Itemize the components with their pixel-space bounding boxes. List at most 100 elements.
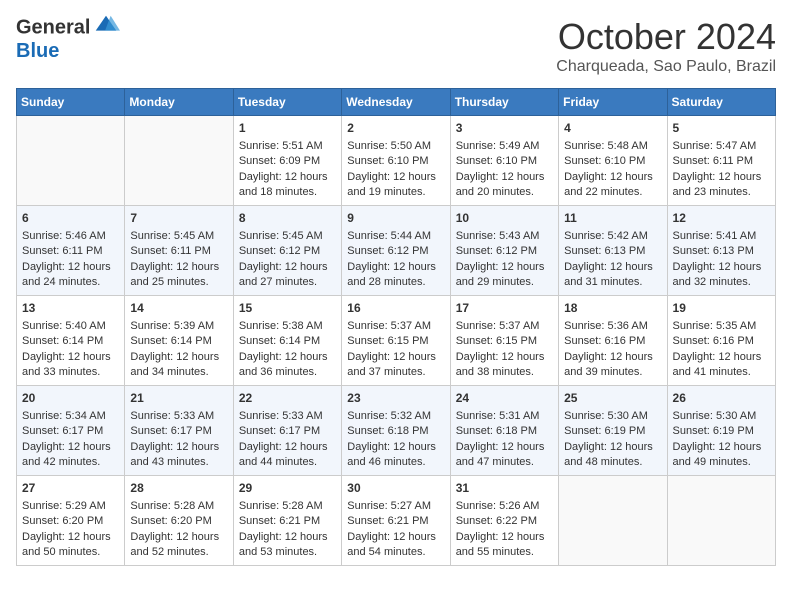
day-info: Sunset: 6:21 PM [239, 514, 336, 529]
day-info: Daylight: 12 hours and 39 minutes. [564, 350, 661, 381]
day-info: Sunrise: 5:47 AM [673, 139, 770, 154]
calendar-cell: 10Sunrise: 5:43 AMSunset: 6:12 PMDayligh… [450, 206, 558, 296]
calendar-cell: 25Sunrise: 5:30 AMSunset: 6:19 PMDayligh… [559, 386, 667, 476]
day-info: Sunset: 6:12 PM [347, 244, 444, 259]
day-info: Daylight: 12 hours and 23 minutes. [673, 170, 770, 201]
calendar-cell: 13Sunrise: 5:40 AMSunset: 6:14 PMDayligh… [17, 296, 125, 386]
calendar-cell: 31Sunrise: 5:26 AMSunset: 6:22 PMDayligh… [450, 476, 558, 566]
day-number: 15 [239, 300, 336, 317]
day-info: Sunrise: 5:45 AM [130, 229, 227, 244]
day-number: 17 [456, 300, 553, 317]
weekday-header-sunday: Sunday [17, 89, 125, 116]
day-info: Sunrise: 5:37 AM [456, 319, 553, 334]
day-info: Sunrise: 5:44 AM [347, 229, 444, 244]
day-number: 3 [456, 120, 553, 137]
day-info: Sunrise: 5:36 AM [564, 319, 661, 334]
calendar-cell: 23Sunrise: 5:32 AMSunset: 6:18 PMDayligh… [342, 386, 450, 476]
day-info: Sunset: 6:11 PM [130, 244, 227, 259]
day-info: Daylight: 12 hours and 50 minutes. [22, 530, 119, 561]
day-info: Sunrise: 5:39 AM [130, 319, 227, 334]
day-info: Daylight: 12 hours and 19 minutes. [347, 170, 444, 201]
day-number: 4 [564, 120, 661, 137]
day-info: Sunset: 6:17 PM [130, 424, 227, 439]
day-info: Sunrise: 5:29 AM [22, 499, 119, 514]
day-info: Sunrise: 5:35 AM [673, 319, 770, 334]
day-info: Sunset: 6:15 PM [456, 334, 553, 349]
weekday-header-thursday: Thursday [450, 89, 558, 116]
day-info: Sunset: 6:18 PM [347, 424, 444, 439]
day-info: Daylight: 12 hours and 53 minutes. [239, 530, 336, 561]
page-header: General Blue October 2024 Charqueada, Sa… [16, 16, 776, 76]
day-info: Sunset: 6:20 PM [22, 514, 119, 529]
day-info: Daylight: 12 hours and 48 minutes. [564, 440, 661, 471]
location-subtitle: Charqueada, Sao Paulo, Brazil [556, 58, 776, 76]
day-info: Sunset: 6:11 PM [22, 244, 119, 259]
logo: General Blue [16, 16, 120, 62]
day-info: Daylight: 12 hours and 43 minutes. [130, 440, 227, 471]
day-info: Daylight: 12 hours and 32 minutes. [673, 260, 770, 291]
day-info: Sunrise: 5:30 AM [564, 409, 661, 424]
day-info: Daylight: 12 hours and 55 minutes. [456, 530, 553, 561]
calendar-cell: 6Sunrise: 5:46 AMSunset: 6:11 PMDaylight… [17, 206, 125, 296]
day-info: Daylight: 12 hours and 25 minutes. [130, 260, 227, 291]
day-info: Sunrise: 5:27 AM [347, 499, 444, 514]
weekday-header-saturday: Saturday [667, 89, 775, 116]
day-info: Sunrise: 5:43 AM [456, 229, 553, 244]
day-info: Sunrise: 5:28 AM [239, 499, 336, 514]
calendar-cell: 16Sunrise: 5:37 AMSunset: 6:15 PMDayligh… [342, 296, 450, 386]
day-info: Daylight: 12 hours and 22 minutes. [564, 170, 661, 201]
day-info: Sunset: 6:17 PM [239, 424, 336, 439]
day-info: Daylight: 12 hours and 46 minutes. [347, 440, 444, 471]
day-info: Daylight: 12 hours and 37 minutes. [347, 350, 444, 381]
day-info: Sunrise: 5:38 AM [239, 319, 336, 334]
day-info: Sunrise: 5:40 AM [22, 319, 119, 334]
calendar-cell [559, 476, 667, 566]
calendar-cell: 27Sunrise: 5:29 AMSunset: 6:20 PMDayligh… [17, 476, 125, 566]
day-info: Sunset: 6:14 PM [239, 334, 336, 349]
day-number: 2 [347, 120, 444, 137]
day-number: 18 [564, 300, 661, 317]
day-number: 7 [130, 210, 227, 227]
calendar-cell: 12Sunrise: 5:41 AMSunset: 6:13 PMDayligh… [667, 206, 775, 296]
day-number: 28 [130, 480, 227, 497]
day-info: Sunset: 6:20 PM [130, 514, 227, 529]
calendar-cell: 11Sunrise: 5:42 AMSunset: 6:13 PMDayligh… [559, 206, 667, 296]
day-number: 13 [22, 300, 119, 317]
day-info: Sunset: 6:19 PM [673, 424, 770, 439]
day-number: 9 [347, 210, 444, 227]
calendar-cell: 18 Sunrise: 5:36 AMSunset: 6:16 PMDayligh… [559, 296, 667, 386]
day-info: Sunset: 6:15 PM [347, 334, 444, 349]
day-info: Sunset: 6:10 PM [456, 154, 553, 169]
day-info: Sunset: 6:22 PM [456, 514, 553, 529]
calendar-cell: 2Sunrise: 5:50 AMSunset: 6:10 PMDaylight… [342, 116, 450, 206]
day-info: Sunset: 6:16 PM [564, 334, 661, 349]
day-info: Sunset: 6:09 PM [239, 154, 336, 169]
day-info: Sunset: 6:17 PM [22, 424, 119, 439]
day-number: 25 [564, 390, 661, 407]
day-info: Daylight: 12 hours and 44 minutes. [239, 440, 336, 471]
weekday-header-monday: Monday [125, 89, 233, 116]
day-info: Daylight: 12 hours and 54 minutes. [347, 530, 444, 561]
day-info: Sunset: 6:14 PM [22, 334, 119, 349]
month-title: October 2024 [556, 16, 776, 58]
day-info: Daylight: 12 hours and 34 minutes. [130, 350, 227, 381]
logo-general: General [16, 16, 90, 38]
calendar-cell: 22Sunrise: 5:33 AMSunset: 6:17 PMDayligh… [233, 386, 341, 476]
calendar-cell: 3Sunrise: 5:49 AMSunset: 6:10 PMDaylight… [450, 116, 558, 206]
day-number: 30 [347, 480, 444, 497]
day-info: Sunset: 6:18 PM [456, 424, 553, 439]
calendar-cell: 14Sunrise: 5:39 AMSunset: 6:14 PMDayligh… [125, 296, 233, 386]
calendar-cell: 7 Sunrise: 5:45 AMSunset: 6:11 PMDaylight… [125, 206, 233, 296]
day-number: 5 [673, 120, 770, 137]
calendar-cell: 5Sunrise: 5:47 AMSunset: 6:11 PMDaylight… [667, 116, 775, 206]
day-number: 22 [239, 390, 336, 407]
day-info: Sunrise: 5:26 AM [456, 499, 553, 514]
day-number: 12 [673, 210, 770, 227]
day-number: 20 [22, 390, 119, 407]
day-info: Daylight: 12 hours and 36 minutes. [239, 350, 336, 381]
calendar-cell: 17Sunrise: 5:37 AMSunset: 6:15 PMDayligh… [450, 296, 558, 386]
day-info: Daylight: 12 hours and 47 minutes. [456, 440, 553, 471]
day-number: 14 [130, 300, 227, 317]
day-info: Sunrise: 5:41 AM [673, 229, 770, 244]
day-number: 10 [456, 210, 553, 227]
